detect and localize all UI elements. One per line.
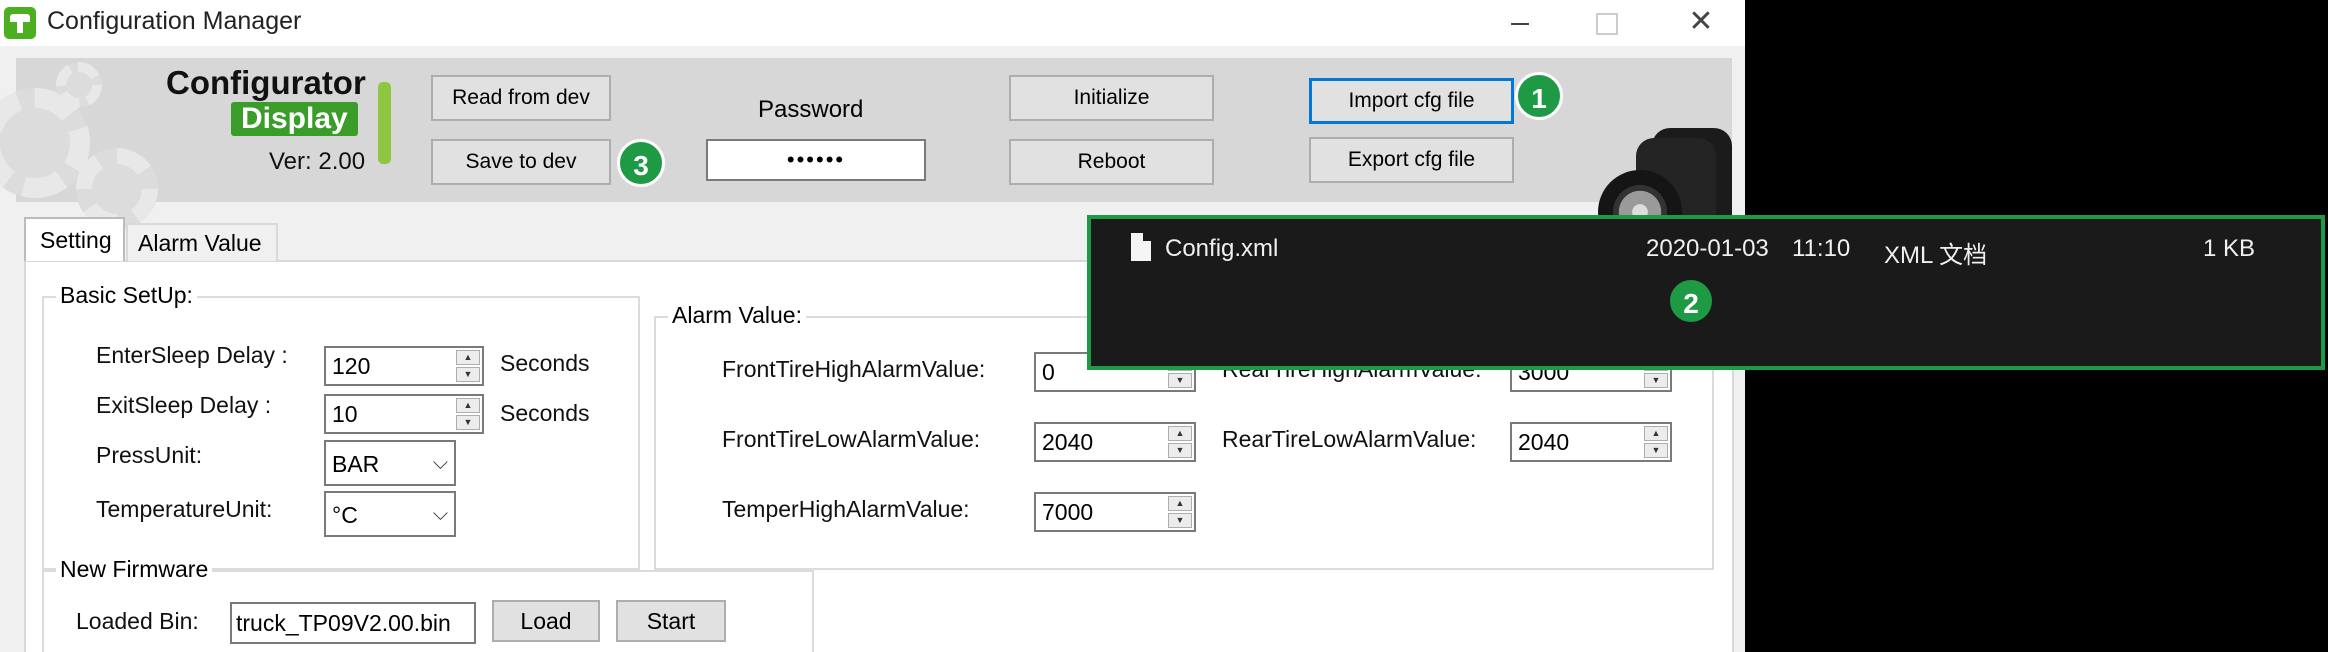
spin-down-icon[interactable]: ▼ <box>1168 373 1192 388</box>
file-time: 11:10 <box>1792 235 1851 262</box>
exit-sleep-spinner[interactable]: 10 ▲ ▼ <box>324 394 484 434</box>
spin-up-icon[interactable]: ▲ <box>1168 496 1192 511</box>
file-size: 1 KB <box>2203 235 2256 262</box>
new-firmware-group: New Firmware Loaded Bin: truck_TP09V2.00… <box>42 556 814 652</box>
rear-tire-low-label: RearTireLowAlarmValue: <box>1222 426 1477 452</box>
tab-alarm-value[interactable]: Alarm Value <box>126 223 278 261</box>
spin-down-icon[interactable]: ▼ <box>1168 513 1192 528</box>
front-tire-low-value: 2040 <box>1042 429 1094 455</box>
spin-up-icon[interactable]: ▲ <box>1168 426 1192 441</box>
spin-up-icon[interactable]: ▲ <box>1644 426 1668 441</box>
alarm-value-title: Alarm Value: <box>668 302 806 329</box>
chevron-down-icon: ⌵ <box>432 503 448 525</box>
loaded-bin-label: Loaded Bin: <box>76 608 199 634</box>
minimize-button[interactable] <box>1497 3 1543 41</box>
temperature-unit-label: TemperatureUnit: <box>96 496 273 522</box>
minimize-icon <box>1511 23 1529 26</box>
front-tire-low-spinner[interactable]: 2040 ▲ ▼ <box>1034 422 1196 462</box>
file-icon <box>1131 233 1151 261</box>
initialize-button[interactable]: Initialize <box>1009 75 1214 121</box>
maximize-icon <box>1596 13 1618 36</box>
step-badge-2: 2 <box>1667 277 1715 325</box>
version-label: Ver: 2.00 <box>269 148 366 175</box>
app-icon <box>4 7 36 39</box>
import-cfg-file-button[interactable]: Import cfg file <box>1309 78 1514 124</box>
spin-up-icon[interactable]: ▲ <box>456 398 480 413</box>
start-button[interactable]: Start <box>616 600 726 642</box>
rear-tire-low-value: 2040 <box>1518 429 1570 455</box>
press-unit-select[interactable]: BAR ⌵ <box>324 440 456 486</box>
front-tire-high-label: FrontTireHighAlarmValue: <box>722 356 986 382</box>
exit-sleep-label: ExitSleep Delay : <box>96 392 272 418</box>
spin-down-icon[interactable]: ▼ <box>1168 443 1192 458</box>
file-name[interactable]: Config.xml <box>1165 235 1278 263</box>
basic-setup-title: Basic SetUp: <box>56 282 197 309</box>
step-badge-3: 3 <box>617 139 665 187</box>
temper-high-value: 7000 <box>1042 499 1094 525</box>
spin-up-icon[interactable]: ▲ <box>456 350 480 365</box>
gear-icon <box>56 62 102 108</box>
display-badge: Display <box>231 102 358 136</box>
press-unit-value: BAR <box>332 451 380 477</box>
new-firmware-title: New Firmware <box>56 556 213 583</box>
title-bar: Configuration Manager ✕ <box>0 0 1745 46</box>
window-title: Configuration Manager <box>47 7 302 35</box>
maximize-button <box>1584 3 1630 41</box>
password-input[interactable]: •••••• <box>706 139 926 181</box>
reboot-button[interactable]: Reboot <box>1009 139 1214 185</box>
spin-down-icon[interactable]: ▼ <box>1644 373 1668 388</box>
seconds-label: Seconds <box>500 400 590 426</box>
close-icon: ✕ <box>1688 5 1714 38</box>
front-tire-low-label: FrontTireLowAlarmValue: <box>722 426 981 452</box>
chevron-down-icon: ⌵ <box>432 452 448 474</box>
brand-accent-bar <box>378 82 391 164</box>
basic-setup-group: Basic SetUp: EnterSleep Delay : 120 ▲ ▼ S… <box>42 282 640 570</box>
read-from-dev-button[interactable]: Read from dev <box>431 75 611 121</box>
temper-high-spinner[interactable]: 7000 ▲ ▼ <box>1034 492 1196 532</box>
loaded-bin-input[interactable]: truck_TP09V2.00.bin <box>230 602 476 644</box>
enter-sleep-spinner[interactable]: 120 ▲ ▼ <box>324 346 484 386</box>
load-button[interactable]: Load <box>492 600 600 642</box>
front-tire-high-value: 0 <box>1042 359 1055 385</box>
spin-down-icon[interactable]: ▼ <box>1644 443 1668 458</box>
seconds-label: Seconds <box>500 350 590 376</box>
export-cfg-file-button[interactable]: Export cfg file <box>1309 137 1514 183</box>
step-badge-1: 1 <box>1515 72 1563 120</box>
close-button[interactable]: ✕ <box>1678 3 1724 41</box>
temper-high-label: TemperHighAlarmValue: <box>722 496 970 522</box>
press-unit-label: PressUnit: <box>96 442 203 468</box>
exit-sleep-value: 10 <box>332 401 358 427</box>
spin-down-icon[interactable]: ▼ <box>456 415 480 430</box>
spin-down-icon[interactable]: ▼ <box>456 367 480 382</box>
password-label: Password <box>758 96 864 123</box>
enter-sleep-value: 120 <box>332 353 371 379</box>
file-date: 2020-01-03 <box>1646 235 1769 262</box>
temperature-unit-value: °C <box>332 502 358 528</box>
brand-title: Configurator <box>166 64 366 101</box>
tab-setting[interactable]: Setting <box>24 217 125 261</box>
enter-sleep-label: EnterSleep Delay : <box>96 342 288 368</box>
save-to-dev-button[interactable]: Save to dev <box>431 139 611 185</box>
rear-tire-low-spinner[interactable]: 2040 ▲ ▼ <box>1510 422 1672 462</box>
file-type: XML 文档 <box>1884 242 1988 269</box>
file-list-overlay: Config.xml 2020-01-03 11:10 XML 文档 1 KB … <box>1087 215 2325 370</box>
temperature-unit-select[interactable]: °C ⌵ <box>324 491 456 537</box>
